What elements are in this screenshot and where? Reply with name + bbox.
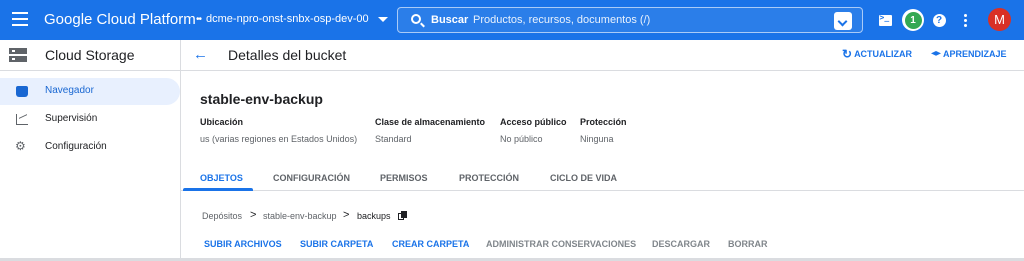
sidebar-header: Cloud Storage — [0, 40, 180, 71]
tab-objetos[interactable]: OBJETOS — [200, 173, 243, 183]
protection-value: Ninguna — [580, 134, 614, 144]
learn-button[interactable]: APRENDIZAJE — [931, 49, 1007, 59]
breadcrumb-separator: > — [343, 209, 350, 221]
more-vert-icon[interactable] — [960, 10, 970, 30]
upload-folder-button[interactable]: SUBIR CARPETA — [300, 239, 373, 249]
upload-files-button[interactable]: SUBIR ARCHIVOS — [204, 239, 282, 249]
project-icon: •• — [196, 13, 202, 25]
public-access-value: No público — [500, 134, 543, 144]
download-button[interactable]: DESCARGAR — [652, 239, 710, 249]
caret-down-icon — [377, 16, 388, 22]
breadcrumb-bucket[interactable]: stable-env-backup — [263, 211, 337, 221]
bucket-icon — [16, 86, 28, 97]
sidebar: Cloud Storage Navegador Supervisión ⚙ Co… — [0, 40, 181, 261]
help-icon[interactable]: ? — [929, 10, 949, 30]
sidebar-title: Cloud Storage — [45, 47, 135, 63]
school-icon — [931, 51, 941, 56]
storage-class-value: Standard — [375, 134, 412, 144]
public-access-label: Acceso público — [500, 117, 567, 127]
active-tab-indicator — [183, 188, 253, 191]
back-arrow-icon[interactable]: ← — [193, 46, 208, 63]
top-app-bar: Google Cloud Platform •• dcme-npro-onst-… — [0, 0, 1024, 40]
breadcrumb-current: backups — [357, 211, 391, 221]
brand-title[interactable]: Google Cloud Platform — [44, 11, 196, 28]
search-label: Buscar — [431, 14, 469, 26]
refresh-button[interactable]: ↻ ACTUALIZAR — [842, 47, 913, 61]
page-header: ← Detalles del bucket ↻ ACTUALIZAR APREN… — [181, 40, 1024, 71]
cloud-storage-icon — [9, 48, 27, 62]
tab-configuracion[interactable]: CONFIGURACIÓN — [273, 173, 350, 183]
search-expand-icon[interactable] — [834, 12, 852, 30]
project-name: dcme-npro-onst-snbx-osp-dev-00 — [206, 13, 369, 25]
search-input[interactable]: Buscar Productos, recursos, documentos (… — [397, 7, 863, 33]
sidebar-item-label: Navegador — [45, 85, 94, 96]
gear-icon: ⚙ — [15, 139, 26, 153]
copy-icon[interactable] — [398, 211, 407, 221]
manage-holds-button[interactable]: ADMINISTRAR CONSERVACIONES — [486, 239, 636, 249]
bucket-name: stable-env-backup — [200, 91, 323, 107]
tab-bar: OBJETOS CONFIGURACIÓN PERMISOS PROTECCIÓ… — [181, 160, 1024, 191]
sidebar-item-label: Supervisión — [45, 113, 98, 124]
tab-permisos[interactable]: PERMISOS — [380, 173, 428, 183]
menu-icon[interactable] — [12, 12, 28, 26]
avatar[interactable]: M — [988, 8, 1011, 31]
notifications-button[interactable]: 1 — [902, 9, 924, 31]
sidebar-item-configuracion[interactable]: ⚙ Configuración — [0, 134, 180, 161]
sidebar-item-label: Configuración — [45, 141, 107, 152]
page-title: Detalles del bucket — [228, 47, 347, 63]
refresh-label: ACTUALIZAR — [854, 49, 913, 59]
create-folder-button[interactable]: CREAR CARPETA — [392, 239, 469, 249]
project-selector[interactable]: •• dcme-npro-onst-snbx-osp-dev-00 — [196, 13, 388, 25]
protection-label: Protección — [580, 117, 627, 127]
learn-label: APRENDIZAJE — [943, 49, 1007, 59]
breadcrumb-depositos[interactable]: Depósitos — [202, 211, 242, 221]
notifications-count: 1 — [904, 11, 922, 29]
tab-proteccion[interactable]: PROTECCIÓN — [459, 173, 519, 183]
delete-button[interactable]: BORRAR — [728, 239, 768, 249]
breadcrumb-separator: > — [250, 209, 257, 221]
sidebar-item-navegador[interactable]: Navegador — [0, 78, 180, 105]
refresh-icon: ↻ — [842, 47, 853, 61]
help-glyph: ? — [932, 13, 946, 27]
storage-class-label: Clase de almacenamiento — [375, 117, 486, 127]
location-label: Ubicación — [200, 117, 244, 127]
sidebar-item-supervision[interactable]: Supervisión — [0, 106, 180, 133]
search-placeholder: Productos, recursos, documentos (/) — [473, 14, 651, 26]
cloud-shell-icon[interactable] — [875, 10, 895, 30]
search-icon — [411, 14, 421, 24]
location-value: us (varias regiones en Estados Unidos) — [200, 134, 358, 144]
tab-ciclo-de-vida[interactable]: CICLO DE VIDA — [550, 173, 617, 183]
chart-icon — [16, 114, 28, 125]
